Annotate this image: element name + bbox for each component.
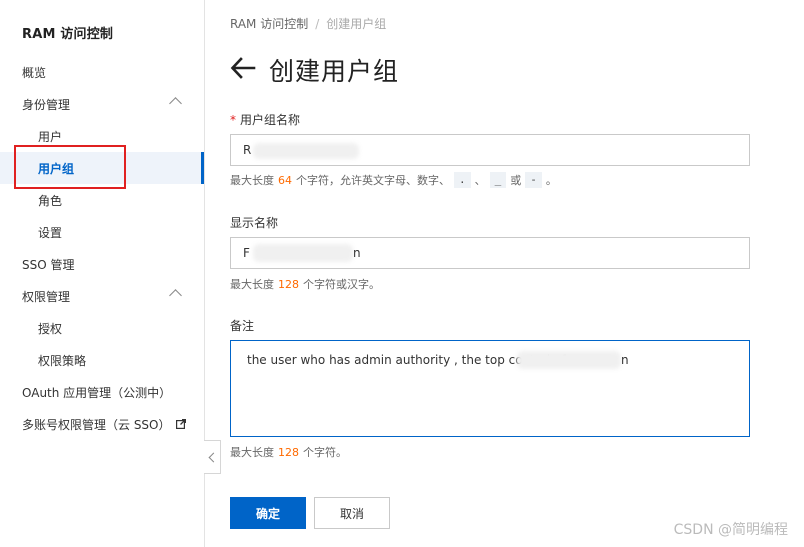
hint-number: 128 <box>278 277 299 291</box>
hint-text: 个字符。 <box>303 446 347 459</box>
sidebar-item-overview[interactable]: 概览 <box>0 56 204 88</box>
hint-text: 最大长度 <box>230 278 274 291</box>
sidebar-title: RAM 访问控制 <box>22 27 114 42</box>
group-name-input[interactable]: R <box>230 134 750 166</box>
display-name-hint: 最大长度 128 个字符或汉字。 <box>230 276 380 292</box>
sidebar-item-label: 概览 <box>22 65 47 80</box>
redaction-blur <box>253 244 353 262</box>
sidebar-item-policies[interactable]: 权限策略 <box>0 344 204 376</box>
sidebar-item-user-groups[interactable]: 用户组 <box>0 152 204 184</box>
hint-code: . <box>454 172 471 188</box>
remark-label: 备注 <box>230 319 255 333</box>
remark-textarea[interactable]: the user who has admin authority , the t… <box>230 340 750 437</box>
hint-text: 。 <box>545 174 557 187</box>
sidebar-item-sso[interactable]: SSO 管理 <box>0 248 204 280</box>
sidebar-item-grants[interactable]: 授权 <box>0 312 204 344</box>
breadcrumb-separator: / <box>315 16 320 31</box>
sidebar-collapse-button[interactable] <box>204 440 221 474</box>
sidebar-item-label: 设置 <box>38 225 63 240</box>
display-name-value: F <box>243 246 250 260</box>
external-link-icon <box>175 419 186 429</box>
sidebar-item-label: OAuth 应用管理（公测中） <box>22 385 172 400</box>
hint-text: 个字符或汉字。 <box>303 278 380 291</box>
hint-text: 个字符，允许英文字母、数字、 <box>296 174 450 187</box>
sidebar-item-identity[interactable]: 身份管理 <box>0 88 204 120</box>
sidebar-item-label: 用户 <box>38 129 63 144</box>
remark-value-tail: n <box>621 353 629 367</box>
back-arrow-icon[interactable] <box>230 56 256 80</box>
hint-code: - <box>525 172 542 188</box>
sidebar-item-label: 用户组 <box>38 161 75 176</box>
breadcrumb: RAM 访问控制 / 创建用户组 <box>230 15 386 32</box>
chevron-left-icon <box>208 452 219 462</box>
sidebar-item-label: SSO 管理 <box>22 257 75 272</box>
hint-text: 、 <box>474 174 486 187</box>
sidebar-item-cloud-sso[interactable]: 多账号权限管理（云 SSO） <box>0 408 204 440</box>
sidebar-item-label: 身份管理 <box>22 97 71 112</box>
cancel-button[interactable]: 取消 <box>314 497 390 529</box>
hint-text: 最大长度 <box>230 446 274 459</box>
watermark: CSDN @简明编程 <box>673 522 788 538</box>
chevron-up-icon[interactable] <box>169 289 182 302</box>
confirm-button[interactable]: 确定 <box>230 497 306 529</box>
display-name-label: 显示名称 <box>230 216 279 230</box>
sidebar-item-label: 权限管理 <box>22 289 71 304</box>
redaction-blur <box>253 143 359 159</box>
sidebar-item-label: 多账号权限管理（云 SSO） <box>22 417 171 432</box>
sidebar: RAM 访问控制 概览 身份管理 用户 用户组 角色 设置 SSO 管理 权限管… <box>0 0 205 547</box>
redaction-blur <box>517 351 621 369</box>
sidebar-item-label: 授权 <box>38 321 63 336</box>
sidebar-item-settings[interactable]: 设置 <box>0 216 204 248</box>
sidebar-item-permissions[interactable]: 权限管理 <box>0 280 204 312</box>
group-name-label-text: 用户组名称 <box>240 113 301 127</box>
group-name-hint: 最大长度 64 个字符，允许英文字母、数字、 . 、 _ 或 - 。 <box>230 172 557 188</box>
hint-number: 128 <box>278 445 299 459</box>
sidebar-item-label: 角色 <box>38 193 63 208</box>
sidebar-item-users[interactable]: 用户 <box>0 120 204 152</box>
group-name-value: R <box>243 143 252 157</box>
page-title: 创建用户组 <box>269 57 400 86</box>
hint-code: _ <box>489 172 507 188</box>
display-name-input[interactable]: F n <box>230 237 750 269</box>
sidebar-item-oauth[interactable]: OAuth 应用管理（公测中） <box>0 376 204 408</box>
breadcrumb-current: 创建用户组 <box>326 17 387 31</box>
hint-number: 64 <box>278 173 292 187</box>
chevron-up-icon[interactable] <box>169 97 182 110</box>
remark-hint: 最大长度 128 个字符。 <box>230 444 347 460</box>
hint-text: 或 <box>510 174 522 187</box>
group-name-label: * 用户组名称 <box>230 111 300 128</box>
sidebar-item-roles[interactable]: 角色 <box>0 184 204 216</box>
display-name-value-tail: n <box>353 246 361 260</box>
sidebar-item-label: 权限策略 <box>38 353 87 368</box>
hint-text: 最大长度 <box>230 174 274 187</box>
required-mark: * <box>230 113 236 127</box>
breadcrumb-root[interactable]: RAM 访问控制 <box>230 15 308 32</box>
